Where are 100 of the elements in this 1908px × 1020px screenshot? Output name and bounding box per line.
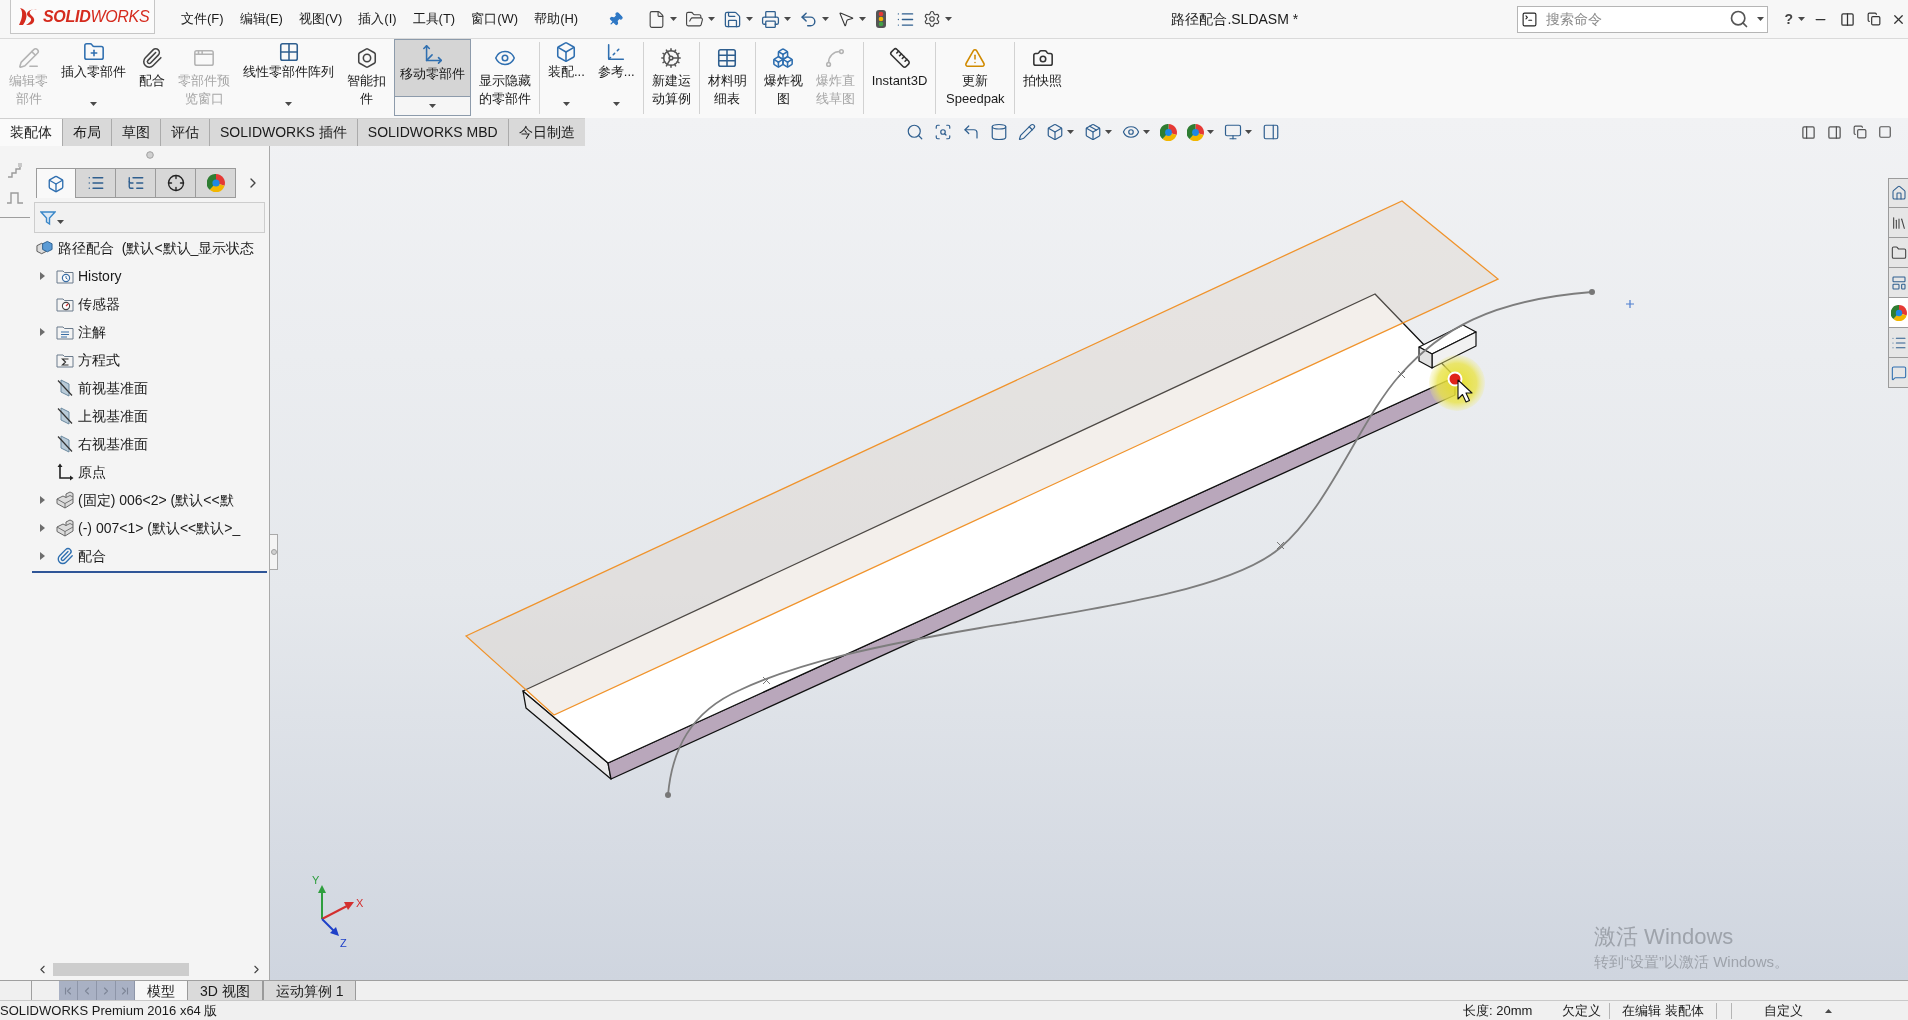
cylinder-icon[interactable] <box>989 123 1008 141</box>
caret-icon[interactable] <box>746 17 754 21</box>
back-arrow-icon[interactable] <box>961 123 980 141</box>
caret-icon[interactable] <box>1104 130 1112 134</box>
tree-item-label[interactable]: 配合 <box>78 545 106 567</box>
caret-icon[interactable] <box>612 102 620 106</box>
menu-item[interactable]: 窗口(W) <box>471 9 519 29</box>
task-pane-tab[interactable] <box>1888 178 1908 208</box>
panel-icon[interactable] <box>1261 123 1280 141</box>
caret-icon[interactable] <box>285 102 292 106</box>
tree-item-label[interactable]: (固定) 006<2> (默认<<默 <box>78 489 234 511</box>
menu-item[interactable]: 工具(T) <box>412 9 456 29</box>
ribbon-button[interactable]: 装配... <box>543 41 590 106</box>
cube-icon[interactable] <box>1045 123 1064 141</box>
traffic-light-icon[interactable] <box>876 10 887 28</box>
ribbon-button[interactable]: 智能扣件 <box>342 47 391 108</box>
task-pane-tab[interactable] <box>1888 328 1908 358</box>
expand-arrow-icon[interactable] <box>40 524 45 532</box>
panel-tab[interactable] <box>156 168 196 198</box>
caret-icon[interactable] <box>670 17 678 21</box>
ribbon-tab[interactable]: SOLIDWORKS MBD <box>356 119 508 146</box>
expand-arrow-icon[interactable] <box>40 328 45 336</box>
expand-arrow-icon[interactable] <box>40 496 45 504</box>
ribbon-button[interactable]: 新建运动算例 <box>646 47 696 108</box>
maximize-icon[interactable] <box>1878 125 1892 139</box>
panel-right-icon[interactable] <box>1827 124 1842 140</box>
caret-icon[interactable] <box>1798 17 1805 21</box>
panel-tab[interactable] <box>116 168 156 198</box>
eye-icon[interactable] <box>1121 123 1140 141</box>
scrollbar-thumb[interactable] <box>53 962 189 976</box>
caret-icon[interactable] <box>1142 130 1150 134</box>
settings-icon[interactable] <box>923 10 942 28</box>
caret-icon[interactable] <box>859 17 867 21</box>
caret-icon[interactable] <box>1066 130 1074 134</box>
pointer-icon[interactable] <box>837 10 856 28</box>
pencil-icon[interactable] <box>1017 123 1036 141</box>
expand-arrow-icon[interactable] <box>40 272 45 280</box>
filter-field[interactable] <box>34 202 265 233</box>
monitor-icon[interactable] <box>1223 123 1242 141</box>
handle-dot-icon[interactable] <box>270 549 277 555</box>
sheet-tab[interactable]: 模型 <box>135 981 187 1000</box>
ribbon-tab[interactable]: 装配体 <box>0 119 62 146</box>
expand-arrow-icon[interactable] <box>40 552 45 560</box>
ribbon-button[interactable]: 更新 Speedpak <box>939 47 1012 108</box>
caret-icon[interactable] <box>1244 130 1252 134</box>
splitter-handle[interactable] <box>270 534 278 570</box>
menu-item[interactable]: 插入(I) <box>358 9 397 29</box>
menu-item[interactable]: 帮助(H) <box>534 9 579 29</box>
ribbon-tab[interactable]: 布局 <box>62 119 111 146</box>
tree-item-label[interactable]: 前视基准面 <box>78 377 148 399</box>
printer-icon[interactable] <box>761 9 781 29</box>
ribbon-button[interactable]: 材料明细表 <box>702 47 752 108</box>
ribbon-button[interactable]: 显示隐藏的零部件 <box>474 47 536 108</box>
task-pane-tab[interactable] <box>1888 268 1908 298</box>
panel-tab[interactable] <box>36 168 76 198</box>
ribbon-tab[interactable]: 今日制造 <box>507 119 585 146</box>
tree-item-label[interactable]: 注解 <box>78 321 106 343</box>
caret-icon[interactable] <box>784 17 792 21</box>
caret-icon[interactable] <box>1206 130 1214 134</box>
tree-item-label[interactable]: 上视基准面 <box>78 405 148 427</box>
status-text[interactable]: 自定义 <box>1764 1000 1803 1020</box>
ribbon-tab[interactable]: 评估 <box>160 119 209 146</box>
restore-icon[interactable] <box>1853 125 1867 139</box>
caret-icon[interactable] <box>708 17 716 21</box>
ribbon-tab[interactable]: 草图 <box>111 119 160 146</box>
search-icon[interactable] <box>1729 9 1750 29</box>
help-button[interactable]: ? <box>1784 8 1793 30</box>
panel-left-icon[interactable] <box>1801 124 1816 140</box>
tile-icon[interactable] <box>1840 11 1855 27</box>
ribbon-button[interactable]: 拍快照 <box>1018 47 1068 90</box>
tree-item-label[interactable]: (-) 007<1> (默认<<默认>_ <box>78 517 241 539</box>
zoom-area-icon[interactable] <box>933 123 952 141</box>
search-field[interactable]: 搜索命令 <box>1517 5 1769 33</box>
tree-root-label[interactable]: 路径配合 (默认<默认_显示状态 <box>58 237 255 259</box>
ribbon-button[interactable]: Instant3D <box>866 47 933 90</box>
color-wheel-icon[interactable] <box>1159 123 1177 141</box>
caret-up-icon[interactable] <box>1825 1008 1832 1013</box>
tree-item-label[interactable]: 传感器 <box>78 293 120 315</box>
open-folder-icon[interactable] <box>685 9 705 29</box>
sheet-tab[interactable]: 3D 视图 <box>187 981 263 1000</box>
dropdown-button[interactable] <box>394 96 471 116</box>
save-icon[interactable] <box>723 9 743 29</box>
color-wheel-icon[interactable] <box>1186 123 1204 141</box>
menu-item[interactable]: 文件(F) <box>181 9 224 29</box>
ribbon-button[interactable]: 参考... <box>592 41 640 106</box>
tree-item-label[interactable]: 右视基准面 <box>78 433 148 455</box>
restore-icon[interactable] <box>1867 12 1881 26</box>
box-icon[interactable] <box>1083 123 1102 141</box>
task-pane-tab[interactable] <box>1888 358 1908 388</box>
task-pane-tab[interactable] <box>1888 298 1908 328</box>
caret-icon[interactable] <box>822 17 830 21</box>
task-pane-tab[interactable] <box>1888 238 1908 268</box>
magnifier-icon[interactable] <box>905 123 924 141</box>
menu-item[interactable]: 编辑(E) <box>239 9 283 29</box>
handle-dot-icon[interactable] <box>145 151 154 159</box>
ribbon-tab[interactable]: SOLIDWORKS 插件 <box>209 119 357 146</box>
caret-icon[interactable] <box>1757 17 1765 21</box>
task-pane-tab[interactable] <box>1888 208 1908 238</box>
ribbon-button[interactable]: 插入零部件 <box>56 41 131 106</box>
ribbon-button[interactable]: 配合 <box>134 47 170 90</box>
